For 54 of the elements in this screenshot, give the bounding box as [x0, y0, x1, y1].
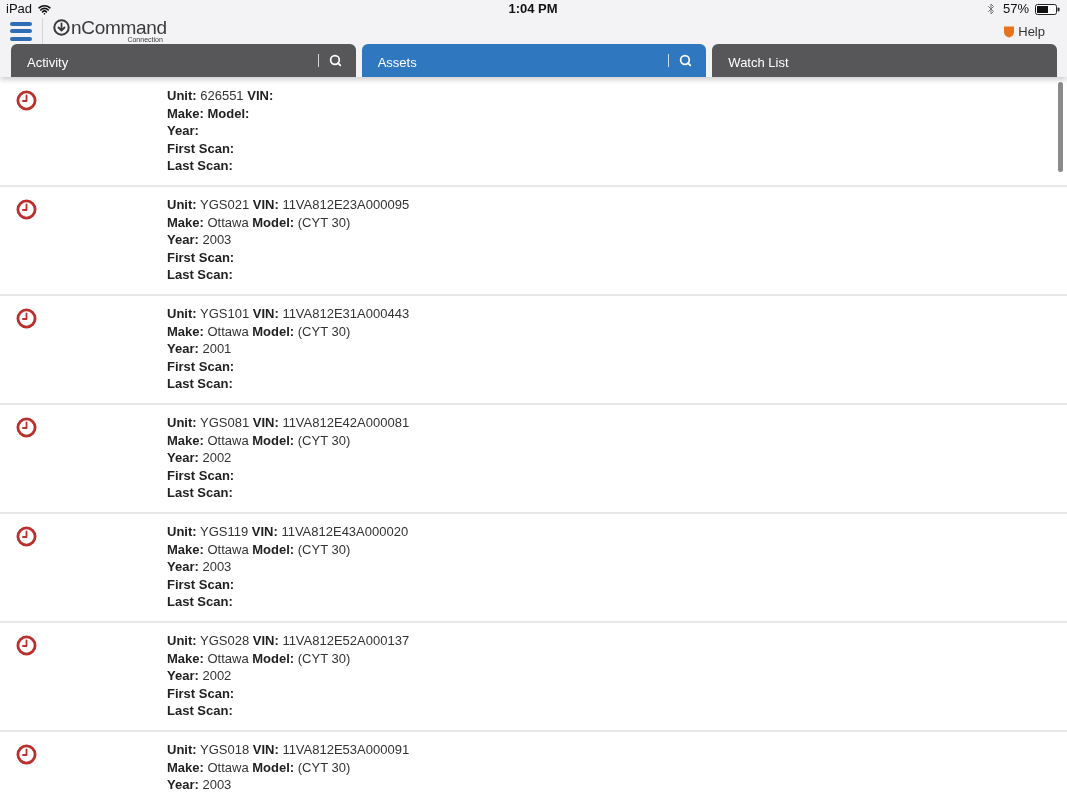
asset-detail-text: Make: Ottawa Model: (CYT 30) — [167, 649, 352, 668]
asset-detail-text: Make: Ottawa Model: (CYT 30) — [167, 213, 352, 232]
asset-detail-text: Last Scan: — [167, 593, 234, 611]
asset-detail-text: Unit: YGS018 VIN: 11VA812E53A000091 — [167, 741, 410, 759]
asset-detail-text: Unit: YGS101 VIN: 11VA812E31A000443 — [167, 305, 410, 323]
asset-detail-text: Unit: YGS119 VIN: 11VA812E43A000020 — [167, 523, 409, 541]
search-icon[interactable] — [328, 53, 342, 67]
asset-detail-text: Year: 2002 — [167, 667, 233, 685]
battery-percent: 57% — [1002, 1, 1029, 17]
asset-detail-text: First Scan: — [167, 248, 236, 267]
battery-icon — [1035, 3, 1060, 15]
asset-detail-text: Last Scan: — [167, 702, 234, 720]
asset-detail-text: Make: Ottawa Model: (CYT 30) — [167, 540, 352, 559]
clock-icon — [16, 526, 37, 547]
asset-detail-text: Unit: YGS028 VIN: 11VA812E52A000137 — [167, 632, 410, 650]
asset-detail-text: Make: Model: — [167, 104, 251, 123]
asset-detail-text: Last Scan: — [167, 266, 234, 284]
asset-detail-text: Year: 2003 — [167, 776, 233, 794]
asset-detail-text: Year: 2003 — [167, 558, 233, 576]
logo-wordmark: nCommand — [71, 18, 167, 36]
asset-detail-text: Last Scan: — [167, 157, 234, 175]
asset-detail-text: Unit: 626551 VIN: — [167, 87, 274, 105]
menu-button[interactable] — [10, 21, 32, 41]
tab[interactable]: Watch List — [712, 44, 1057, 77]
asset-detail-text: First Scan: — [167, 684, 236, 703]
asset-detail-text: Make: Ottawa Model: (CYT 30) — [167, 431, 352, 450]
status-time: 1:04 PM — [508, 1, 558, 17]
clock-icon — [16, 744, 37, 765]
clock-icon — [16, 635, 37, 656]
clock-icon — [16, 90, 37, 111]
asset-detail-text: Last Scan: — [167, 375, 234, 393]
asset-detail-text: Make: Ottawa Model: (CYT 30) — [167, 758, 352, 777]
help-icon — [1003, 24, 1016, 38]
asset-detail-text: Year: 2003 — [167, 231, 233, 249]
asset-detail-text: Year: 2001 — [167, 340, 233, 358]
asset-detail-text: Unit: YGS021 VIN: 11VA812E23A000095 — [167, 196, 410, 214]
device-name: iPad — [6, 1, 33, 17]
asset-detail-text: First Scan: — [167, 357, 236, 376]
help-link[interactable]: Help — [1003, 23, 1045, 39]
asset-detail-text: Year: — [167, 122, 200, 140]
asset-detail-text: First Scan: — [167, 466, 236, 485]
clock-icon — [16, 417, 37, 438]
clock-icon — [16, 199, 37, 220]
asset-detail-text: Make: Ottawa Model: (CYT 30) — [167, 322, 352, 341]
asset-detail-text: Unit: YGS081 VIN: 11VA812E42A000081 — [167, 414, 410, 432]
search-icon[interactable] — [679, 53, 693, 67]
asset-detail-text: Year: 2002 — [167, 449, 233, 467]
clock-icon — [16, 308, 37, 329]
tab[interactable]: Assets — [361, 44, 707, 77]
asset-detail-text: Last Scan: — [167, 484, 234, 502]
asset-detail-text: First Scan: — [167, 139, 236, 158]
wifi-icon — [38, 2, 52, 16]
tab[interactable]: Activity — [11, 44, 356, 77]
asset-detail-text: First Scan: — [167, 575, 236, 594]
